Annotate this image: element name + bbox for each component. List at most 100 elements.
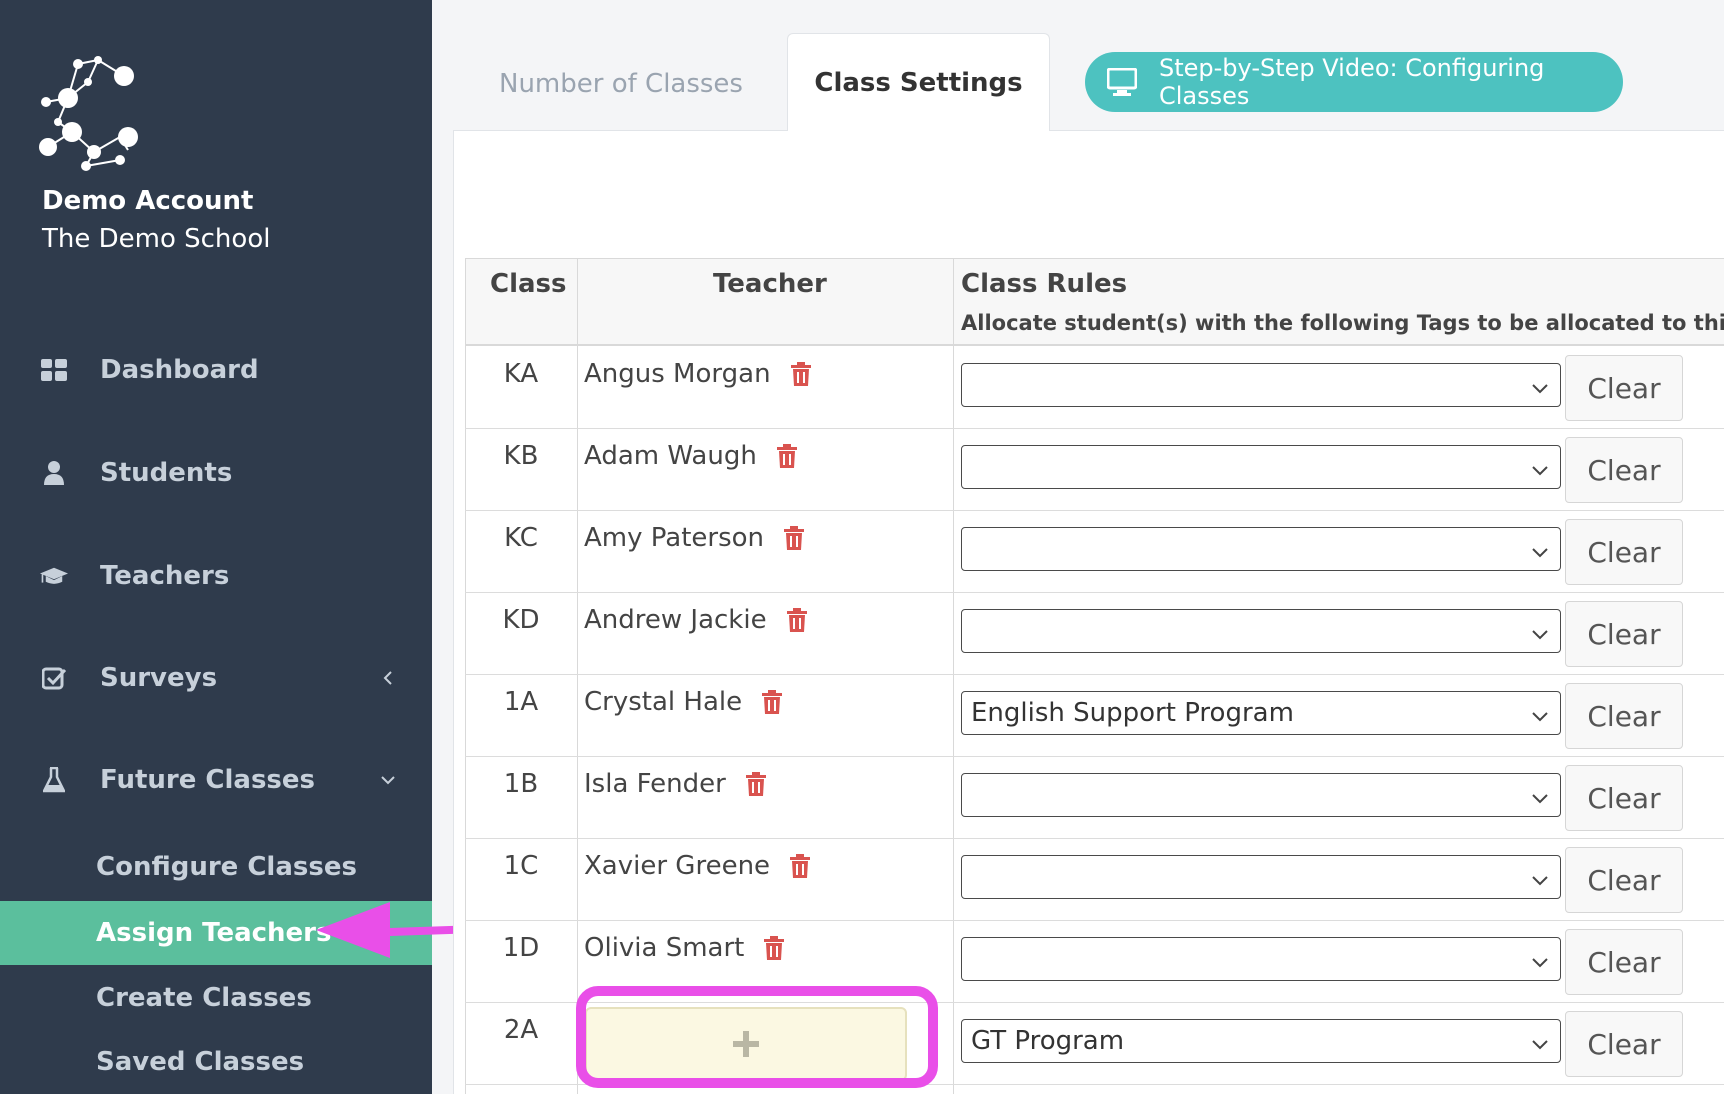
- clear-button[interactable]: Clear: [1565, 601, 1683, 667]
- subnav-saved-classes[interactable]: Saved Classes: [0, 1030, 432, 1094]
- nav-students-label: Students: [100, 458, 233, 488]
- table-row: KB Adam Waugh Clear: [465, 429, 1724, 511]
- subnav-create-classes[interactable]: Create Classes: [0, 966, 432, 1030]
- table-row: 1C Xavier Greene Clear: [465, 839, 1724, 921]
- teacher-name: Andrew Jackie: [584, 605, 767, 635]
- account-name: Demo Account: [42, 186, 254, 216]
- clear-button[interactable]: Clear: [1565, 1011, 1683, 1077]
- clear-button[interactable]: Clear: [1565, 929, 1683, 995]
- class-cell: KB: [503, 441, 539, 471]
- nav-surveys[interactable]: Surveys: [0, 648, 432, 708]
- nav-dashboard[interactable]: Dashboard: [0, 340, 432, 400]
- class-rules-select-value: English Support Program: [971, 698, 1294, 728]
- teacher-name: Adam Waugh: [584, 441, 757, 471]
- school-name: The Demo School: [42, 224, 271, 254]
- table-row: KA Angus Morgan Clear: [465, 347, 1724, 429]
- tab-number-of-classes[interactable]: Number of Classes: [454, 38, 788, 130]
- nav-surveys-label: Surveys: [100, 663, 218, 693]
- class-rules-select[interactable]: [961, 527, 1561, 571]
- class-cell: KD: [502, 605, 540, 635]
- table-row: 1B Isla Fender Clear: [465, 757, 1724, 839]
- table-row: 1A Crystal Hale English Support Program Cle…: [465, 675, 1724, 757]
- class-rules-select[interactable]: [961, 445, 1561, 489]
- chevron-down-icon: [1530, 786, 1550, 806]
- chevron-down-icon: [1530, 704, 1550, 724]
- teacher-cell: Angus Morgan: [584, 359, 811, 389]
- trash-icon[interactable]: [745, 772, 766, 796]
- subnav-configure-classes-label: Configure Classes: [96, 852, 357, 882]
- chevron-down-icon[interactable]: [378, 770, 398, 790]
- chevron-down-icon: [1530, 376, 1550, 396]
- graduation-cap-icon: [40, 562, 68, 590]
- class-cell: 1C: [503, 851, 539, 881]
- nav-students[interactable]: Students: [0, 443, 432, 503]
- teacher-cell: Olivia Smart: [584, 933, 785, 963]
- trash-icon[interactable]: [776, 444, 797, 468]
- header-class-rules: Class Rules: [961, 269, 1128, 299]
- clear-button[interactable]: Clear: [1565, 355, 1683, 421]
- flask-icon: [40, 766, 68, 794]
- subnav-create-classes-label: Create Classes: [96, 983, 312, 1013]
- annotation-highlight: [576, 986, 938, 1088]
- chevron-down-icon: [1530, 458, 1550, 478]
- table-header: Class Teacher Class Rules Allocate stude…: [465, 258, 1724, 346]
- clear-button[interactable]: Clear: [1565, 847, 1683, 913]
- class-rules-select[interactable]: [961, 363, 1561, 407]
- chevron-down-icon: [1530, 622, 1550, 642]
- nav-teachers[interactable]: Teachers: [0, 546, 432, 606]
- teacher-cell: Adam Waugh: [584, 441, 797, 471]
- checkbox-icon: [40, 664, 68, 692]
- chevron-down-icon: [1530, 868, 1550, 888]
- trash-icon[interactable]: [762, 690, 783, 714]
- trash-icon[interactable]: [786, 608, 807, 632]
- class-rules-select[interactable]: [961, 937, 1561, 981]
- teacher-cell: Andrew Jackie: [584, 605, 807, 635]
- teacher-name: Amy Paterson: [584, 523, 765, 553]
- header-class-rules-description: Allocate student(s) with the following T…: [961, 311, 1724, 335]
- chevron-down-icon: [1530, 1032, 1550, 1052]
- class-cell: KA: [503, 359, 539, 389]
- header-class: Class: [490, 269, 567, 299]
- class-rules-select[interactable]: GT Program: [961, 1019, 1561, 1063]
- teacher-cell: Amy Paterson: [584, 523, 805, 553]
- subnav-assign-teachers-label: Assign Teachers: [96, 918, 332, 948]
- nav-dashboard-label: Dashboard: [100, 355, 259, 385]
- class-rules-select-value: GT Program: [971, 1026, 1125, 1056]
- teacher-name: Olivia Smart: [584, 933, 745, 963]
- teacher-name: Angus Morgan: [584, 359, 771, 389]
- class-rules-select[interactable]: English Support Program: [961, 691, 1561, 735]
- class-rules-select[interactable]: [961, 855, 1561, 899]
- teacher-cell: Isla Fender: [584, 769, 766, 799]
- teacher-cell: Xavier Greene: [584, 851, 811, 881]
- video-button[interactable]: Step-by-Step Video: Configuring Classes: [1085, 52, 1623, 112]
- chevron-down-icon: [1530, 540, 1550, 560]
- trash-icon[interactable]: [790, 362, 811, 386]
- clear-button[interactable]: Clear: [1565, 765, 1683, 831]
- class-cell: KC: [504, 523, 538, 553]
- trash-icon[interactable]: [790, 854, 811, 878]
- subnav-saved-classes-label: Saved Classes: [96, 1047, 305, 1077]
- class-cell: 1D: [502, 933, 540, 963]
- trash-icon[interactable]: [764, 936, 785, 960]
- clear-button[interactable]: Clear: [1565, 683, 1683, 749]
- class-cell: 1B: [503, 769, 539, 799]
- teacher-cell: Crystal Hale: [584, 687, 783, 717]
- nav-future-classes[interactable]: Future Classes: [0, 750, 432, 810]
- dashboard-icon: [40, 356, 68, 384]
- class-rules-select[interactable]: [961, 773, 1561, 817]
- chevron-left-icon[interactable]: [378, 668, 398, 688]
- class-rules-select[interactable]: [961, 609, 1561, 653]
- clear-button[interactable]: Clear: [1565, 437, 1683, 503]
- teacher-name: Isla Fender: [584, 769, 726, 799]
- teacher-name: Xavier Greene: [584, 851, 771, 881]
- tab-class-settings[interactable]: Class Settings: [787, 33, 1050, 131]
- user-icon: [40, 459, 68, 487]
- clear-button[interactable]: Clear: [1565, 519, 1683, 585]
- teacher-name: Crystal Hale: [584, 687, 743, 717]
- table-row: KC Amy Paterson Clear: [465, 511, 1724, 593]
- nav-future-classes-label: Future Classes: [100, 765, 316, 795]
- trash-icon[interactable]: [784, 526, 805, 550]
- table-row: KD Andrew Jackie Clear: [465, 593, 1724, 675]
- class-cell: 1A: [503, 687, 539, 717]
- nav-teachers-label: Teachers: [100, 561, 230, 591]
